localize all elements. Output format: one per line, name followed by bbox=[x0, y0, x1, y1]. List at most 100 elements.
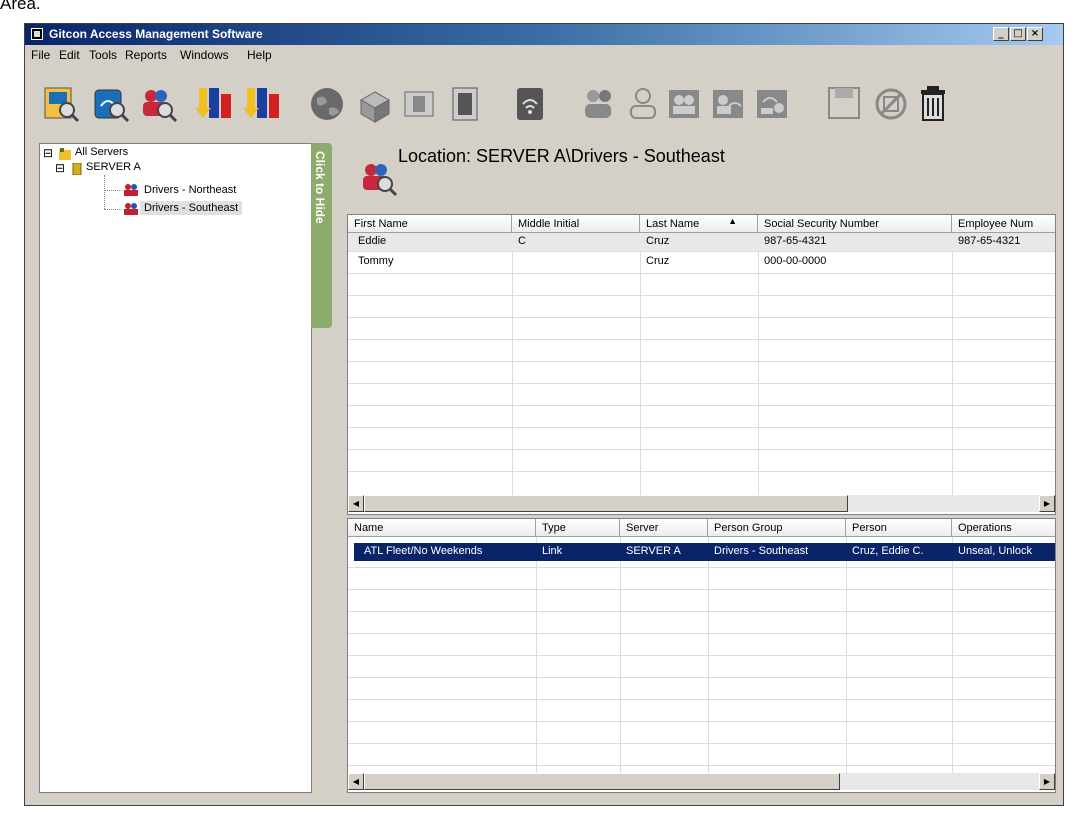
person-icon[interactable] bbox=[623, 84, 663, 124]
sort-up-icon: ▲ bbox=[728, 216, 737, 226]
scroll-left-button[interactable]: ◀ bbox=[348, 773, 364, 790]
sort-ascending-icon[interactable] bbox=[195, 84, 235, 124]
links-table[interactable]: Name Type Server Person Group Person Ope… bbox=[347, 518, 1056, 793]
table-cell[interactable]: Eddie bbox=[352, 233, 512, 251]
table-cell[interactable]: 000-00-0000 bbox=[758, 253, 952, 271]
wireless-lock-icon[interactable] bbox=[511, 84, 551, 124]
scroll-right-button[interactable]: ▶ bbox=[1039, 773, 1055, 790]
menu-edit[interactable]: Edit bbox=[59, 48, 80, 62]
server-icon[interactable] bbox=[355, 84, 395, 124]
page-top-text: Area. bbox=[0, 0, 41, 13]
click-to-hide-tab[interactable]: Click to Hide bbox=[311, 143, 332, 328]
grid-line bbox=[348, 611, 1055, 612]
person-search-icon[interactable] bbox=[139, 84, 179, 124]
table-cell[interactable]: 987-65-4321 bbox=[758, 233, 952, 251]
cancel-icon[interactable] bbox=[871, 84, 911, 124]
col-ssn[interactable]: Social Security Number bbox=[758, 215, 952, 233]
table-cell[interactable] bbox=[952, 253, 1055, 271]
group-access-icon[interactable] bbox=[665, 84, 705, 124]
scroll-left-button[interactable]: ◀ bbox=[348, 495, 364, 512]
grid-line bbox=[348, 765, 1055, 766]
toolbar bbox=[25, 66, 1063, 136]
table-cell[interactable]: SERVER A bbox=[620, 543, 708, 561]
table-cell[interactable]: C bbox=[512, 233, 640, 251]
table-cell[interactable]: Tommy bbox=[352, 253, 512, 271]
col-operations[interactable]: Operations bbox=[952, 519, 1055, 537]
col-last-name[interactable]: Last Name ▲ bbox=[640, 215, 758, 233]
grid-line bbox=[348, 721, 1055, 722]
grid-line bbox=[348, 339, 1055, 340]
door-reader-icon[interactable] bbox=[445, 84, 485, 124]
table-cell[interactable]: Cruz bbox=[640, 233, 758, 251]
access-report-icon[interactable] bbox=[41, 84, 81, 124]
group-wireless-icon[interactable] bbox=[709, 84, 749, 124]
lock-group-icon[interactable] bbox=[753, 84, 793, 124]
grid-line bbox=[348, 449, 1055, 450]
col-first-name[interactable]: First Name bbox=[348, 215, 512, 233]
grid-line bbox=[348, 427, 1055, 428]
col-last-name-label: Last Name bbox=[646, 218, 700, 230]
tree-connector bbox=[104, 209, 122, 211]
grid-line bbox=[348, 361, 1055, 362]
col-person[interactable]: Person bbox=[846, 519, 952, 537]
col-type[interactable]: Type bbox=[536, 519, 620, 537]
table-cell[interactable] bbox=[512, 253, 640, 271]
col-employee-num[interactable]: Employee Num bbox=[952, 215, 1055, 233]
table-cell[interactable]: Cruz bbox=[640, 253, 758, 271]
menu-reports[interactable]: Reports bbox=[125, 48, 167, 62]
window-title: Gitcon Access Management Software bbox=[49, 27, 263, 41]
maximize-button[interactable]: □ bbox=[1010, 27, 1026, 41]
col-name[interactable]: Name bbox=[348, 519, 536, 537]
menu-help[interactable]: Help bbox=[247, 48, 272, 62]
click-to-hide-label: Click to Hide bbox=[313, 151, 327, 224]
table-cell[interactable]: ATL Fleet/No Weekends bbox=[358, 543, 536, 561]
grid-line bbox=[348, 633, 1055, 634]
menu-windows[interactable]: Windows bbox=[180, 48, 229, 62]
scroll-right-button[interactable]: ▶ bbox=[1039, 495, 1055, 512]
close-button[interactable]: × bbox=[1027, 27, 1043, 41]
trash-icon[interactable] bbox=[913, 84, 953, 124]
tree-group-southeast-selected[interactable]: Drivers - Southeast bbox=[140, 201, 243, 215]
save-icon[interactable] bbox=[825, 84, 865, 124]
wireless-search-icon[interactable] bbox=[91, 84, 131, 124]
col-middle-initial[interactable]: Middle Initial bbox=[512, 215, 640, 233]
grid-line bbox=[348, 405, 1055, 406]
tree-server-label[interactable]: SERVER A bbox=[86, 161, 141, 173]
grid-line bbox=[348, 699, 1055, 700]
menu-file[interactable]: File bbox=[31, 48, 50, 62]
links-hscrollbar[interactable]: ◀ ▶ bbox=[348, 773, 1055, 790]
panel-icon[interactable] bbox=[401, 84, 441, 124]
minimize-button[interactable]: _ bbox=[993, 27, 1009, 41]
person-group-node-icon bbox=[124, 203, 138, 218]
title-bar[interactable]: Gitcon Access Management Software _ □ × bbox=[25, 24, 1063, 45]
table-cell[interactable]: Unseal, Unlock bbox=[952, 543, 1055, 561]
scroll-thumb[interactable] bbox=[364, 495, 848, 512]
col-server[interactable]: Server bbox=[620, 519, 708, 537]
expand-root-icon[interactable]: ⊟ bbox=[43, 146, 53, 160]
tree-group-northeast[interactable]: Drivers - Northeast bbox=[144, 184, 236, 196]
tree-connector bbox=[104, 190, 122, 192]
grid-line bbox=[348, 567, 1055, 568]
tree-root-label[interactable]: All Servers bbox=[75, 146, 128, 158]
persons-hscrollbar[interactable]: ◀ ▶ bbox=[348, 495, 1055, 512]
table-cell[interactable]: 987-65-4321 bbox=[952, 233, 1055, 251]
persons-table[interactable]: First Name Middle Initial Last Name ▲ So… bbox=[347, 214, 1056, 515]
person-group-icon[interactable] bbox=[579, 84, 619, 124]
grid-line bbox=[348, 589, 1055, 590]
col-person-group[interactable]: Person Group bbox=[708, 519, 846, 537]
table-cell[interactable]: Cruz, Eddie C. bbox=[846, 543, 952, 561]
expand-server-icon[interactable]: ⊟ bbox=[55, 161, 65, 175]
server-node-icon bbox=[72, 162, 82, 178]
location-title: Location: SERVER A\Drivers - Southeast bbox=[398, 146, 725, 166]
grid-line bbox=[348, 251, 1055, 252]
menu-tools[interactable]: Tools bbox=[89, 48, 117, 62]
table-cell[interactable]: Link bbox=[536, 543, 620, 561]
globe-icon[interactable] bbox=[307, 84, 347, 124]
server-tree[interactable]: ⊟ All Servers ⊟ SERVER A Drivers - North… bbox=[39, 143, 312, 793]
menu-bar: File Edit Tools Reports Windows Help bbox=[25, 45, 1063, 65]
scroll-thumb[interactable] bbox=[364, 773, 840, 790]
table-cell[interactable]: Drivers - Southeast bbox=[708, 543, 846, 561]
sort-descending-icon[interactable] bbox=[243, 84, 283, 124]
person-group-node-icon bbox=[124, 184, 138, 199]
grid-line bbox=[348, 655, 1055, 656]
